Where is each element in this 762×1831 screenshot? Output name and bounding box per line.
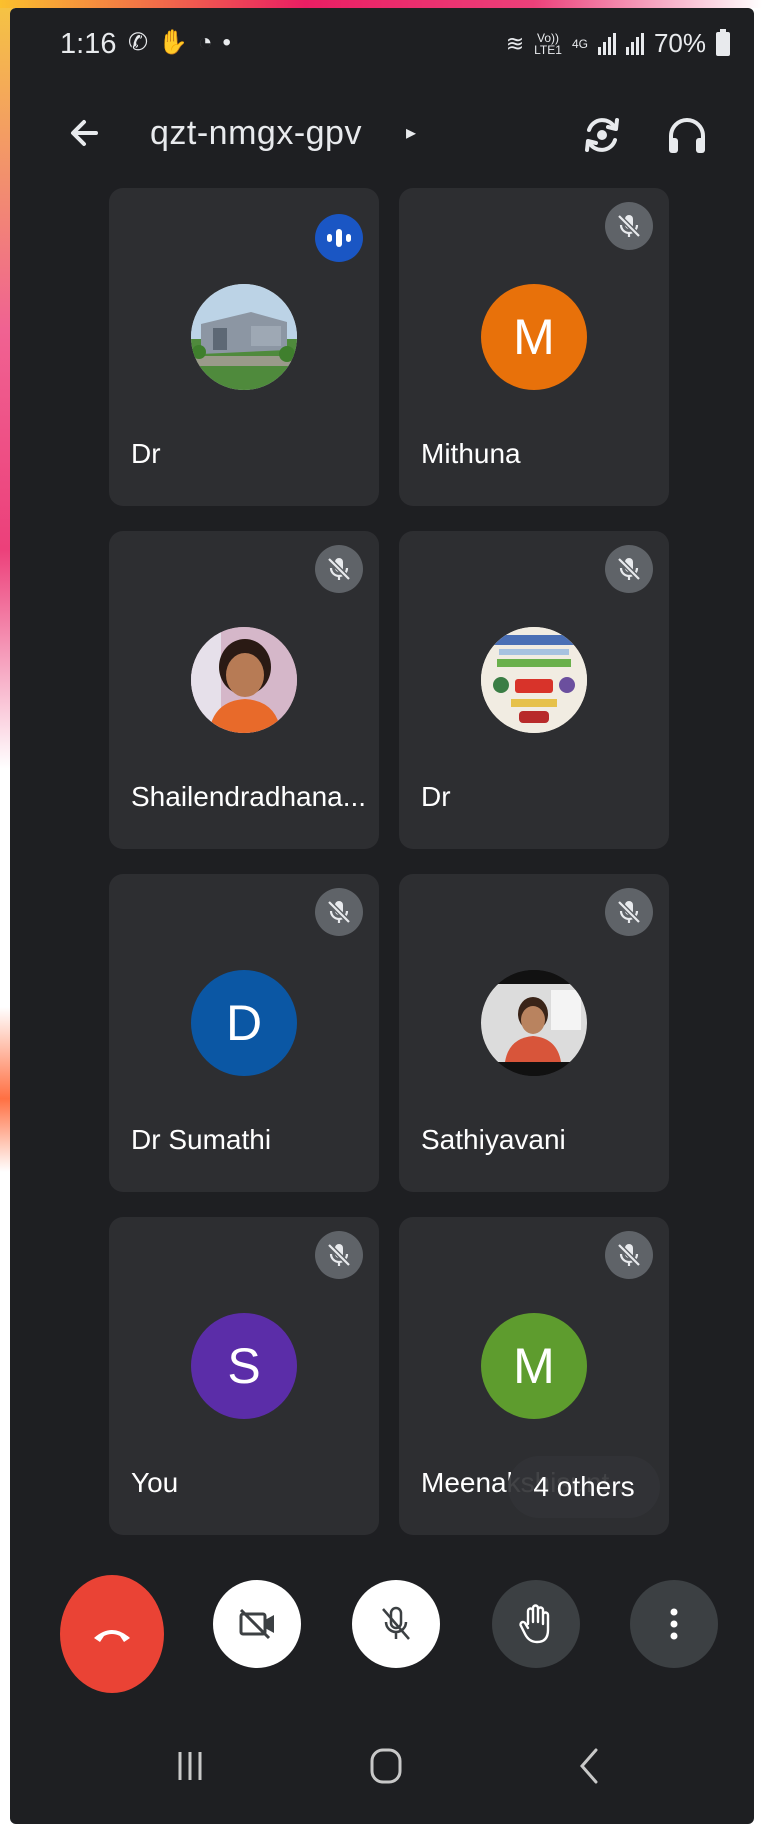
participant-tile[interactable]: M Mithuna [399, 188, 669, 506]
avatar: S [191, 1313, 297, 1419]
mic-off-icon [617, 557, 641, 581]
avatar-letter: S [227, 1338, 261, 1394]
signal-icon [597, 32, 616, 55]
person-photo [191, 627, 297, 733]
participant-tile[interactable]: Dr [109, 188, 379, 506]
status-bar: 1:16 ✆✋◔• ≋ Vo)) LTE1 4G 70% [10, 8, 754, 78]
avatar [481, 970, 587, 1076]
system-back-button[interactable] [570, 1744, 610, 1788]
speaking-indicator [315, 214, 363, 262]
audio-output-button[interactable] [660, 108, 714, 162]
chevron-right-icon[interactable]: ▸ [406, 120, 416, 145]
camera-toggle-button[interactable] [213, 1580, 301, 1668]
network-type: 4G [571, 36, 588, 51]
arrow-back-icon [71, 120, 98, 146]
meet-call-screen: 1:16 ✆✋◔• ≋ Vo)) LTE1 4G 70% qzt-nmgx-gp… [10, 8, 754, 1824]
participant-name: Sathiyavani [421, 1124, 566, 1155]
participant-tile[interactable]: Sathiyavani [399, 874, 669, 1192]
muted-indicator [315, 888, 363, 936]
participant-name: Dr Sumathi [131, 1124, 272, 1155]
mic-off-icon [617, 214, 641, 238]
system-nav-bar [10, 1708, 754, 1824]
hand-icon: ✋ [158, 29, 198, 56]
avatar-letter: M [513, 1338, 555, 1394]
avatar: M [481, 284, 587, 390]
battery-percent: 70% [653, 28, 706, 58]
recents-button[interactable] [170, 1746, 210, 1786]
wallpaper-edge-top [0, 0, 762, 8]
avatar-letter: M [513, 309, 555, 365]
battery-icon [716, 28, 730, 56]
muted-indicator [605, 1231, 653, 1279]
mic-off-icon [382, 1606, 410, 1640]
more-vert-icon [670, 1608, 678, 1640]
person-photo [481, 970, 587, 1076]
muted-indicator [605, 888, 653, 936]
status-right: ≋ Vo)) LTE1 4G 70% [506, 28, 730, 59]
participant-tile[interactable]: Shailendradhana... [109, 531, 379, 849]
building-photo [191, 284, 297, 390]
muted-indicator [315, 1231, 363, 1279]
participant-name: Mithuna [421, 438, 521, 469]
switch-camera-button[interactable] [575, 108, 629, 162]
back-button[interactable] [60, 108, 110, 158]
photo-icon: ◔ [198, 29, 223, 56]
poster-photo [481, 627, 587, 733]
headphones-icon [669, 118, 705, 153]
flip-camera-icon [585, 118, 619, 152]
dot-icon: • [222, 29, 241, 56]
end-call-button[interactable] [60, 1575, 164, 1693]
avatar [191, 284, 297, 390]
notification-icons: ✆✋◔• [128, 28, 241, 57]
participant-name: Dr [421, 781, 451, 812]
recents-icon [178, 1752, 202, 1780]
avatar: M [481, 1313, 587, 1419]
volte-indicator: Vo)) LTE1 [534, 30, 562, 57]
muted-indicator [315, 545, 363, 593]
audio-level-icon [327, 229, 351, 247]
muted-indicator [605, 545, 653, 593]
avatar-letter: D [225, 995, 263, 1051]
wifi-calling-icon: ≋ [505, 30, 525, 56]
muted-indicator [605, 202, 653, 250]
home-button[interactable] [366, 1746, 406, 1786]
raise-hand-button[interactable] [492, 1580, 580, 1668]
meeting-header: qzt-nmgx-gpv ▸ [10, 98, 754, 168]
participant-name: Dr [131, 438, 161, 469]
avatar [481, 627, 587, 733]
mic-off-icon [617, 900, 641, 924]
others-chip[interactable]: 4 others [508, 1456, 660, 1518]
avatar [191, 627, 297, 733]
meeting-code[interactable]: qzt-nmgx-gpv [150, 114, 362, 153]
participant-tile[interactable]: Dr [399, 531, 669, 849]
hand-icon [519, 1604, 550, 1644]
whatsapp-icon: ✆ [128, 29, 159, 56]
participant-name: Shailendradhana... [131, 781, 367, 812]
mic-toggle-button[interactable] [352, 1580, 440, 1668]
mic-off-icon [327, 557, 351, 581]
chevron-left-icon [580, 1748, 598, 1784]
camera-off-icon [239, 1608, 274, 1640]
mic-off-icon [327, 1243, 351, 1267]
avatar: D [191, 970, 297, 1076]
mic-off-icon [327, 900, 351, 924]
mic-off-icon [617, 1243, 641, 1267]
hang-up-icon [94, 1630, 130, 1642]
more-options-button[interactable] [630, 1580, 718, 1668]
home-icon [370, 1748, 402, 1784]
participant-tile[interactable]: D Dr Sumathi [109, 874, 379, 1192]
participant-tile[interactable]: S You [109, 1217, 379, 1535]
participant-name: You [131, 1467, 179, 1498]
signal-icon-2 [625, 32, 644, 55]
status-time: 1:16 [60, 28, 117, 60]
